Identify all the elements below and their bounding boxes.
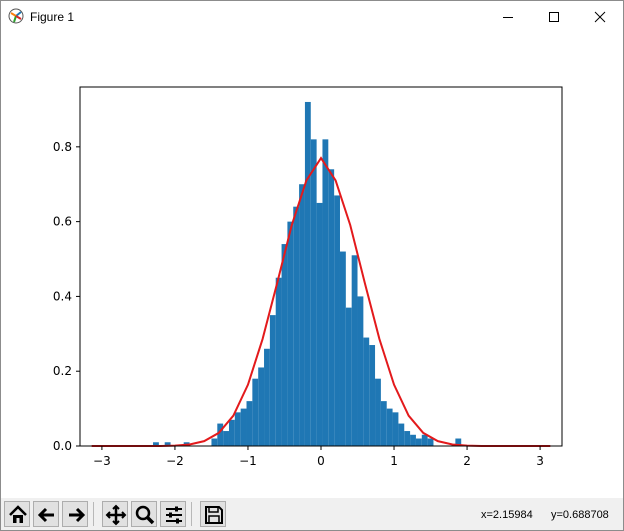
- histogram-bar: [304, 101, 311, 446]
- forward-icon: [69, 507, 86, 523]
- histogram-bar: [404, 431, 411, 446]
- histogram-bar: [369, 345, 376, 446]
- minimize-icon: [503, 17, 513, 18]
- title-bar[interactable]: Figure 1: [1, 1, 623, 32]
- y-coordinate-readout: y=0.688708: [551, 509, 609, 521]
- figure-window: Figure 1 −3 −2 −1 0 1 2 3 0.0 0.2 0.4 0.6 0.8: [0, 0, 624, 531]
- x-coordinate-readout: x=2.15984: [481, 509, 533, 521]
- pan-button[interactable]: [102, 501, 128, 527]
- histogram-bar: [234, 412, 241, 446]
- maximize-icon: [549, 12, 559, 22]
- x-tick-label: 3: [536, 454, 544, 468]
- window-title: Figure 1: [30, 10, 75, 24]
- histogram-bar: [223, 431, 229, 446]
- histogram-bar: [398, 423, 405, 446]
- matplotlib-logo-icon: [8, 8, 24, 24]
- histogram-bar: [345, 307, 352, 446]
- histogram-bar: [228, 419, 235, 446]
- histogram-bar: [211, 438, 218, 446]
- save-icon: [205, 506, 223, 524]
- plot-area[interactable]: −3 −2 −1 0 1 2 3 0.0 0.2 0.4 0.6 0.8: [1, 32, 623, 498]
- histogram-bar: [334, 195, 340, 446]
- histogram-bar: [252, 378, 259, 446]
- maximize-button[interactable]: [531, 1, 577, 32]
- x-tick-label: −1: [239, 454, 257, 468]
- minimize-button[interactable]: [485, 1, 531, 32]
- close-button[interactable]: [577, 1, 623, 32]
- histogram-bar: [415, 438, 422, 446]
- y-tick-label: 0.6: [53, 215, 72, 229]
- histogram-bar: [392, 412, 399, 446]
- histogram-bars: [153, 101, 462, 447]
- histogram-bar: [269, 315, 276, 446]
- histogram-bar: [246, 401, 253, 446]
- histogram-bar: [386, 408, 393, 446]
- histogram-bar: [281, 244, 288, 446]
- x-tick-label: 0: [317, 454, 325, 468]
- save-button[interactable]: [200, 501, 226, 527]
- histogram-bar: [380, 401, 387, 446]
- zoom-button[interactable]: [131, 501, 157, 527]
- zoom-icon: [135, 505, 155, 525]
- close-icon: [594, 11, 606, 23]
- y-axis: 0.0 0.2 0.4 0.6 0.8: [53, 140, 80, 453]
- y-tick-label: 0.0: [53, 439, 72, 453]
- x-tick-label: −2: [166, 454, 184, 468]
- histogram-bar: [410, 434, 416, 446]
- histogram-bar: [339, 251, 346, 446]
- histogram-bar: [299, 184, 305, 446]
- y-tick-label: 0.2: [53, 364, 72, 378]
- navigation-toolbar: x=2.15984 y=0.688708: [1, 498, 623, 530]
- x-tick-label: −3: [93, 454, 111, 468]
- histogram-bar: [240, 408, 247, 446]
- histogram-bar: [375, 378, 381, 446]
- pan-icon: [105, 504, 127, 526]
- home-button[interactable]: [4, 501, 30, 527]
- histogram-bar: [421, 434, 428, 446]
- x-tick-label: 1: [390, 454, 398, 468]
- histogram-bar: [275, 277, 282, 446]
- histogram-bar: [310, 139, 317, 446]
- histogram-bar: [322, 139, 329, 446]
- histogram-bar: [264, 348, 270, 446]
- x-axis: −3 −2 −1 0 1 2 3: [93, 446, 544, 468]
- histogram-bar: [287, 221, 294, 446]
- figure-canvas[interactable]: −3 −2 −1 0 1 2 3 0.0 0.2 0.4 0.6 0.8: [1, 32, 623, 498]
- histogram-bar: [316, 202, 323, 446]
- toolbar-separator: [93, 502, 94, 526]
- histogram-bar: [351, 255, 358, 446]
- histogram-bar: [363, 337, 370, 446]
- toolbar-separator: [191, 502, 192, 526]
- y-tick-label: 0.4: [53, 289, 72, 303]
- y-tick-label: 0.8: [53, 140, 72, 154]
- home-icon: [9, 505, 27, 523]
- histogram-bar: [427, 438, 434, 446]
- histogram-bar: [328, 169, 335, 447]
- histogram-bar: [357, 296, 364, 446]
- back-button[interactable]: [33, 501, 59, 527]
- back-icon: [37, 507, 54, 523]
- x-tick-label: 2: [463, 454, 471, 468]
- configure-subplots-icon: [166, 506, 182, 524]
- histogram-bar: [217, 423, 224, 446]
- forward-button[interactable]: [62, 501, 88, 527]
- configure-subplots-button[interactable]: [160, 501, 186, 527]
- histogram-bar: [258, 367, 265, 446]
- histogram-bar: [293, 206, 300, 446]
